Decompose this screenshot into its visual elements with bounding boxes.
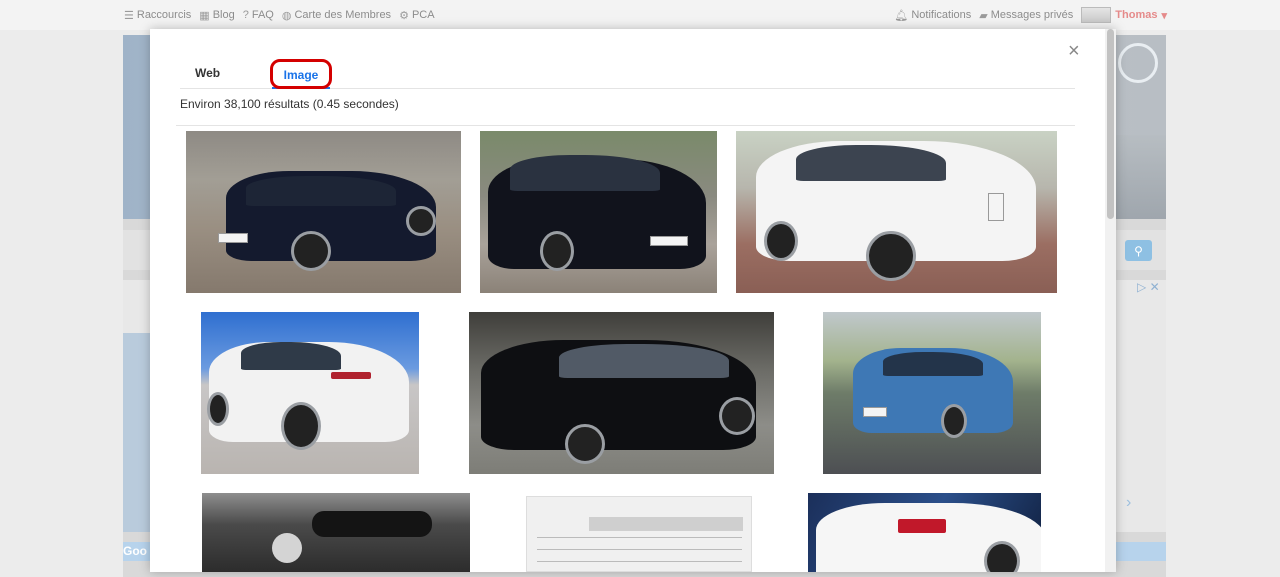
- tab-web[interactable]: Web: [195, 66, 220, 80]
- taillight: [898, 519, 946, 533]
- car-window: [559, 344, 729, 378]
- car-window: [246, 176, 396, 206]
- image-result[interactable]: [202, 493, 470, 572]
- help-icon: ?: [242, 9, 249, 21]
- tab-image-label: Image: [283, 68, 319, 82]
- table-line: [537, 537, 742, 538]
- nav-member-map[interactable]: ◍ Carte des Membres: [282, 9, 391, 22]
- wheel: [291, 231, 331, 271]
- nav-member-map-label: Carte des Membres: [294, 9, 392, 21]
- grid-icon: ▦: [199, 9, 210, 22]
- search-button[interactable]: ⚲: [1125, 240, 1152, 261]
- results-count: Environ 38,100 résultats (0.45 secondes): [180, 97, 399, 111]
- license-plate: [218, 233, 248, 243]
- nav-faq-label: FAQ: [251, 9, 274, 21]
- image-result[interactable]: [808, 493, 1041, 572]
- car-window: [510, 155, 660, 191]
- search-icon: ⚲: [1134, 243, 1143, 258]
- car-window: [796, 145, 946, 181]
- engine-part: [312, 511, 432, 537]
- image-result[interactable]: [469, 312, 774, 474]
- top-nav-left: ☰ Raccourcis ▦ Blog ? FAQ ◍ Carte des Membre…: [0, 9, 435, 22]
- image-result[interactable]: [480, 131, 717, 293]
- chevron-right-icon[interactable]: ›: [1126, 494, 1131, 512]
- nav-pca[interactable]: ⚙ PCA: [399, 9, 435, 22]
- divider: [176, 125, 1075, 126]
- nav-shortcuts[interactable]: ☰ Raccourcis: [124, 9, 191, 22]
- menu-icon: ☰: [124, 9, 134, 22]
- result-tabs: Web Image: [180, 59, 1075, 89]
- nav-notifications-label: Notifications: [911, 9, 972, 21]
- bell-icon: 🔔︎: [894, 9, 909, 22]
- tab-web-label: Web: [195, 66, 221, 80]
- engine-part: [272, 533, 302, 563]
- nav-notifications[interactable]: 🔔︎ Notifications: [894, 9, 971, 22]
- license-plate: [863, 407, 887, 417]
- nav-blog[interactable]: ▦ Blog: [199, 9, 234, 22]
- nav-private-messages-label: Messages privés: [990, 9, 1074, 21]
- image-result[interactable]: [736, 131, 1057, 293]
- table-line: [537, 549, 742, 550]
- avatar: [1081, 7, 1112, 23]
- table-header: [589, 517, 743, 531]
- image-result[interactable]: [186, 131, 461, 293]
- car-window: [241, 342, 341, 370]
- top-nav-right: 🔔︎ Notifications ▰ Messages privés Thomas ▾: [894, 7, 1167, 23]
- wheel: [281, 402, 321, 450]
- gears-icon: ⚙: [399, 9, 409, 22]
- wheel: [866, 231, 916, 281]
- nav-faq[interactable]: ? FAQ: [243, 9, 274, 21]
- wheel: [406, 206, 436, 236]
- wheel: [719, 397, 755, 435]
- car-window: [883, 352, 983, 376]
- license-plate: [988, 193, 1004, 221]
- close-button[interactable]: ×: [1068, 41, 1080, 61]
- taillight: [331, 372, 371, 379]
- image-result[interactable]: [201, 312, 419, 474]
- scrollbar-thumb[interactable]: [1107, 29, 1114, 219]
- user-name: Thomas: [1115, 9, 1158, 21]
- wheel: [540, 231, 574, 271]
- license-plate: [650, 236, 688, 246]
- message-icon: ▰: [979, 9, 988, 22]
- nav-shortcuts-label: Raccourcis: [136, 9, 192, 21]
- nav-pca-label: PCA: [411, 9, 435, 21]
- wheel: [207, 392, 229, 426]
- vw-logo-icon: [1118, 43, 1158, 83]
- table-line: [537, 561, 742, 562]
- ad-image: [123, 333, 153, 532]
- image-result[interactable]: [526, 496, 752, 572]
- bottom-bar-text: Goo: [123, 544, 147, 558]
- adchoices-icon[interactable]: ▷ ✕: [1137, 280, 1160, 294]
- wheel: [764, 221, 798, 261]
- forum-top-nav: ☰ Raccourcis ▦ Blog ? FAQ ◍ Carte des Membre…: [0, 0, 1280, 30]
- caret-down-icon: ▾: [1161, 9, 1167, 22]
- nav-private-messages[interactable]: ▰ Messages privés: [979, 9, 1073, 22]
- nav-blog-label: Blog: [212, 9, 235, 21]
- wheel: [565, 424, 605, 464]
- wheel: [941, 404, 967, 438]
- user-menu[interactable]: Thomas ▾: [1081, 7, 1167, 23]
- image-result[interactable]: [823, 312, 1041, 474]
- globe-icon: ◍: [281, 9, 292, 22]
- search-results-modal: × Web Image Environ 38,100 résultats (0.…: [150, 29, 1116, 572]
- tab-image[interactable]: Image: [270, 59, 332, 89]
